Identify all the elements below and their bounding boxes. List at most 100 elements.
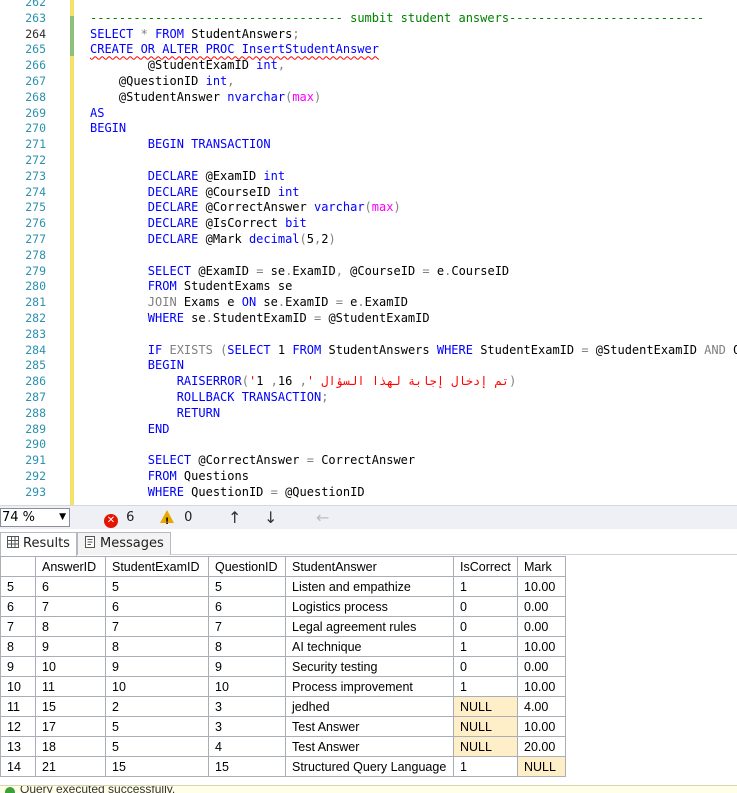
- code-line[interactable]: 267 @QuestionID int,: [0, 73, 737, 89]
- table-cell[interactable]: 1: [453, 676, 518, 697]
- code-line[interactable]: 275 DECLARE @CorrectAnswer varchar(max): [0, 199, 737, 215]
- table-cell[interactable]: 8: [35, 616, 106, 637]
- code-line[interactable]: 272: [0, 152, 737, 168]
- table-cell[interactable]: 9: [208, 656, 286, 677]
- table-cell[interactable]: 10.00: [517, 636, 566, 657]
- table-cell[interactable]: 11: [35, 676, 106, 697]
- table-row[interactable]: 11 15 2 3 jedhed NULL 4.00: [0, 696, 566, 717]
- table-cell[interactable]: 7: [35, 596, 106, 617]
- code-line[interactable]: 274 DECLARE @CourseID int: [0, 184, 737, 200]
- code-line[interactable]: 277 DECLARE @Mark decimal(5,2): [0, 231, 737, 247]
- table-row[interactable]: 12 17 5 3 Test Answer NULL 10.00: [0, 716, 566, 737]
- row-number[interactable]: 9: [0, 656, 36, 677]
- table-cell[interactable]: 10: [35, 656, 106, 677]
- table-cell[interactable]: 7: [208, 616, 286, 637]
- table-cell[interactable]: 8: [105, 636, 209, 657]
- table-cell[interactable]: 8: [208, 636, 286, 657]
- table-cell[interactable]: 3: [208, 716, 286, 737]
- table-cell[interactable]: 10.00: [517, 576, 566, 597]
- code-line[interactable]: 290: [0, 436, 737, 452]
- code-line[interactable]: 288 RETURN: [0, 405, 737, 421]
- table-cell[interactable]: 5: [208, 576, 286, 597]
- table-cell[interactable]: 0.00: [517, 596, 566, 617]
- table-row[interactable]: 13 18 5 4 Test Answer NULL 20.00: [0, 736, 566, 757]
- table-row[interactable]: 7 8 7 7 Legal agreement rules 0 0.00: [0, 616, 566, 637]
- table-cell[interactable]: 0: [453, 656, 518, 677]
- code-line[interactable]: 268 @StudentAnswer nvarchar(max): [0, 89, 737, 105]
- table-row[interactable]: 9 10 9 9 Security testing 0 0.00: [0, 656, 566, 677]
- table-cell[interactable]: 6: [105, 596, 209, 617]
- code-line[interactable]: 273 DECLARE @ExamID int: [0, 168, 737, 184]
- column-header[interactable]: AnswerID: [35, 556, 106, 577]
- row-number[interactable]: 8: [0, 636, 36, 657]
- code-line[interactable]: 286 RAISERROR('تم إدخال إجابة لهذا السؤا…: [0, 373, 737, 389]
- table-cell[interactable]: 17: [35, 716, 106, 737]
- column-header[interactable]: StudentAnswer: [285, 556, 454, 577]
- table-cell[interactable]: 18: [35, 736, 106, 757]
- code-line[interactable]: 281 JOIN Exams e ON se.ExamID = e.ExamID: [0, 294, 737, 310]
- code-line[interactable]: 284 IF EXISTS (SELECT 1 FROM StudentAnsw…: [0, 342, 737, 358]
- code-line[interactable]: 283: [0, 326, 737, 342]
- table-cell[interactable]: 10: [208, 676, 286, 697]
- table-row[interactable]: 5 6 5 5 Listen and empathize 1 10.00: [0, 576, 566, 597]
- row-number[interactable]: 14: [0, 756, 36, 777]
- table-cell[interactable]: 5: [105, 576, 209, 597]
- column-header[interactable]: IsCorrect: [453, 556, 518, 577]
- code-line[interactable]: 276 DECLARE @IsCorrect bit: [0, 215, 737, 231]
- table-row[interactable]: 6 7 6 6 Logistics process 0 0.00: [0, 596, 566, 617]
- table-cell[interactable]: 2: [105, 696, 209, 717]
- code-line[interactable]: 291 SELECT @CorrectAnswer = CorrectAnswe…: [0, 452, 737, 468]
- next-error-button[interactable]: ↓: [264, 508, 277, 528]
- code-line[interactable]: 270 BEGIN: [0, 120, 737, 136]
- row-number-header[interactable]: [0, 556, 36, 577]
- code-line[interactable]: 264 SELECT * FROM StudentAnswers;: [0, 26, 737, 42]
- table-cell[interactable]: NULL: [517, 756, 566, 777]
- row-number[interactable]: 12: [0, 716, 36, 737]
- table-cell[interactable]: NULL: [453, 716, 518, 737]
- row-number[interactable]: 5: [0, 576, 36, 597]
- table-cell[interactable]: NULL: [453, 736, 518, 757]
- table-cell[interactable]: 21: [35, 756, 106, 777]
- code-line[interactable]: 265 CREATE OR ALTER PROC InsertStudentAns…: [0, 41, 737, 57]
- code-line[interactable]: 266 @StudentExamID int,: [0, 57, 737, 73]
- table-row[interactable]: 8 9 8 8 AI technique 1 10.00: [0, 636, 566, 657]
- table-cell[interactable]: 1: [453, 756, 518, 777]
- results-grid[interactable]: AnswerID StudentExamID QuestionID Studen…: [0, 556, 566, 777]
- table-cell[interactable]: 5: [105, 716, 209, 737]
- row-number[interactable]: 11: [0, 696, 36, 717]
- tab-results[interactable]: Results: [0, 532, 77, 556]
- table-cell[interactable]: 15: [105, 756, 209, 777]
- code-line[interactable]: 282 WHERE se.StudentExamID = @StudentExa…: [0, 310, 737, 326]
- zoom-select[interactable]: 74 % ▼: [0, 508, 70, 527]
- table-row[interactable]: 10 11 10 10 Process improvement 1 10.00: [0, 676, 566, 697]
- code-line[interactable]: 279 SELECT @ExamID = se.ExamID, @CourseI…: [0, 263, 737, 279]
- table-cell[interactable]: 4.00: [517, 696, 566, 717]
- row-number[interactable]: 6: [0, 596, 36, 617]
- row-number[interactable]: 7: [0, 616, 36, 637]
- table-cell[interactable]: Structured Query Language: [285, 756, 454, 777]
- code-line[interactable]: 285 BEGIN: [0, 357, 737, 373]
- previous-change-button[interactable]: ←: [316, 508, 329, 528]
- table-cell[interactable]: 0: [453, 616, 518, 637]
- table-cell[interactable]: 1: [453, 576, 518, 597]
- table-cell[interactable]: Test Answer: [285, 716, 454, 737]
- table-cell[interactable]: 6: [35, 576, 106, 597]
- table-cell[interactable]: Process improvement: [285, 676, 454, 697]
- table-cell[interactable]: 5: [105, 736, 209, 757]
- table-cell[interactable]: 15: [208, 756, 286, 777]
- code-line[interactable]: 262: [0, 0, 737, 10]
- table-cell[interactable]: 9: [105, 656, 209, 677]
- table-cell[interactable]: 1: [453, 636, 518, 657]
- code-line[interactable]: 293 WHERE QuestionID = @QuestionID: [0, 484, 737, 500]
- errors-indicator[interactable]: ✕ 6: [104, 508, 134, 528]
- table-cell[interactable]: 0.00: [517, 616, 566, 637]
- table-cell[interactable]: 7: [105, 616, 209, 637]
- previous-error-button[interactable]: ↑: [228, 508, 241, 528]
- code-line[interactable]: 289 END: [0, 421, 737, 437]
- row-number[interactable]: 10: [0, 676, 36, 697]
- table-cell[interactable]: 10.00: [517, 676, 566, 697]
- column-header[interactable]: QuestionID: [208, 556, 286, 577]
- table-cell[interactable]: 10: [105, 676, 209, 697]
- table-cell[interactable]: Logistics process: [285, 596, 454, 617]
- table-cell[interactable]: 20.00: [517, 736, 566, 757]
